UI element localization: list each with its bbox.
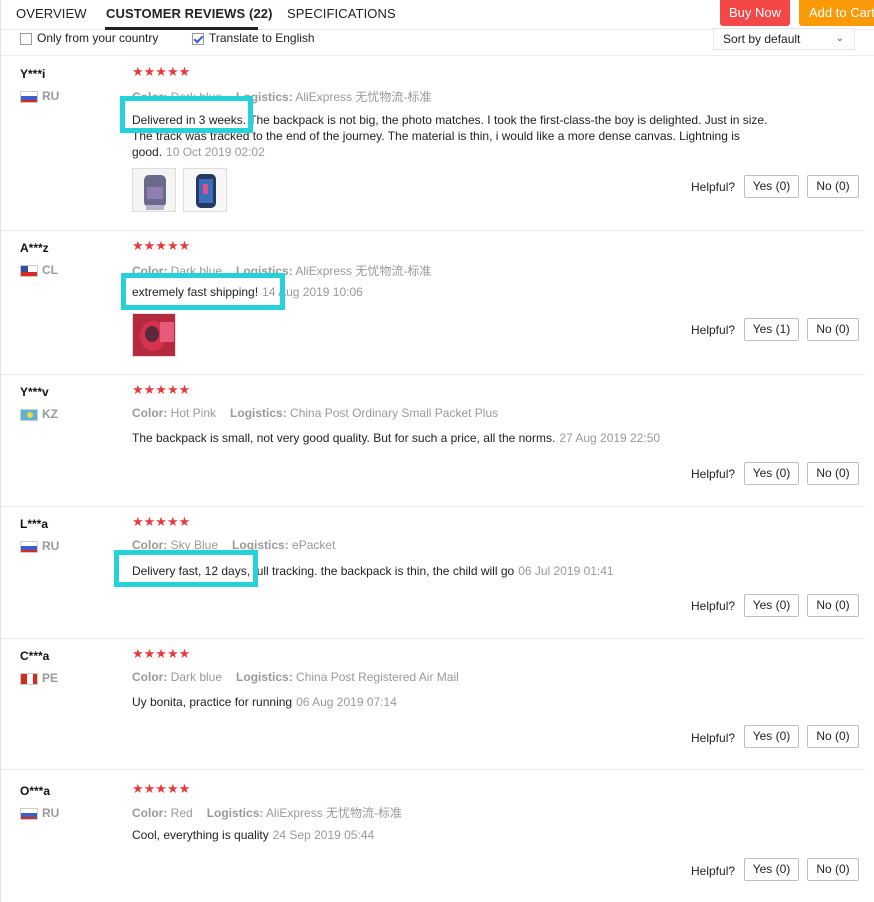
review-text: The backpack is small, not very good qua… [132, 430, 782, 446]
color-value: Red [170, 806, 193, 820]
helpful-label: Helpful? [691, 180, 736, 194]
reviewer-country: KZ [42, 407, 58, 421]
buy-now-button[interactable]: Buy Now [720, 0, 790, 26]
color-label: Color: [132, 806, 168, 820]
helpful-no-button[interactable]: No (0) [807, 594, 859, 617]
review-date: 24 Sep 2019 05:44 [272, 828, 375, 842]
reviewer-name: Y***i [20, 67, 46, 81]
reviewer-name: O***a [20, 784, 51, 798]
highlight-box [121, 273, 285, 310]
logistics-value: AliExpress 无忧物流-标准 [266, 806, 403, 820]
review-body: Uy bonita, practice for running [132, 695, 293, 709]
only-from-country-checkbox[interactable] [20, 33, 32, 45]
add-to-cart-button[interactable]: Add to Cart [799, 0, 874, 26]
reviews-panel: OVERVIEW CUSTOMER REVIEWS (22) SPECIFICA… [0, 0, 874, 902]
helpful-yes-button[interactable]: Yes (0) [744, 175, 799, 198]
helpful-yes-button[interactable]: Yes (0) [744, 725, 799, 748]
reviewer-country: PE [42, 671, 59, 685]
star-rating: ★★★★★ [132, 646, 191, 661]
logistics-label: Logistics: [236, 670, 293, 684]
review-photo[interactable] [183, 168, 228, 212]
flag-russia-icon [20, 91, 38, 103]
highlight-box [114, 550, 258, 587]
reviewer-country: CL [42, 263, 58, 277]
reviewer-country: RU [42, 806, 60, 820]
review-date: 10 Oct 2019 02:02 [166, 145, 265, 159]
highlight-box [120, 96, 253, 133]
reviewer-name: A***z [20, 241, 49, 255]
tab-overview[interactable]: OVERVIEW [16, 6, 87, 21]
tab-customer-reviews[interactable]: CUSTOMER REVIEWS (22) [106, 6, 273, 21]
helpful-no-button[interactable]: No (0) [807, 462, 859, 485]
logistics-value: AliExpress 无忧物流-标准 [295, 90, 432, 104]
color-label: Color: [132, 670, 168, 684]
review-filter-bar: Only from your country Translate to Engl… [1, 28, 874, 56]
helpful-label: Helpful? [691, 731, 736, 745]
logistics-value: AliExpress 无忧物流-标准 [295, 264, 432, 278]
color-value: Hot Pink [170, 406, 217, 420]
logistics-value: China Post Ordinary Small Packet Plus [290, 406, 499, 420]
star-rating: ★★★★★ [132, 382, 191, 397]
review-photos [132, 168, 231, 215]
helpful-label: Helpful? [691, 323, 736, 337]
color-label: Color: [132, 406, 168, 420]
review-body: Cool, everything is quality [132, 828, 269, 842]
review-photos [132, 313, 180, 360]
review-text: Uy bonita, practice for running 06 Aug 20… [132, 694, 782, 710]
review-photo[interactable] [132, 313, 176, 357]
reviewer-name: L***a [20, 517, 49, 531]
helpful-no-button[interactable]: No (0) [807, 175, 859, 198]
review-date: 27 Aug 2019 22:50 [559, 431, 661, 445]
reviewer-country: RU [42, 89, 60, 103]
review-meta: Color: Hot Pink Logistics: China Post Ord… [132, 406, 498, 420]
helpful-no-button[interactable]: No (0) [807, 858, 859, 881]
helpful-yes-button[interactable]: Yes (0) [744, 462, 799, 485]
reviewer-name: C***a [20, 649, 50, 663]
review-photo[interactable] [132, 168, 176, 212]
flag-kazakhstan-icon [20, 409, 38, 421]
helpful-label: Helpful? [691, 467, 736, 481]
tab-specifications[interactable]: SPECIFICATIONS [287, 6, 396, 21]
flag-chile-icon [20, 265, 38, 277]
chevron-down-icon: ⌄ [835, 33, 844, 44]
translate-checkbox[interactable] [192, 33, 204, 45]
sort-select[interactable]: Sort by default ⌄ [713, 28, 855, 50]
color-value: Dark blue [170, 670, 223, 684]
tab-bar: OVERVIEW CUSTOMER REVIEWS (22) SPECIFICA… [1, 0, 874, 30]
helpful-no-button[interactable]: No (0) [807, 318, 859, 341]
sort-value: Sort by default [723, 32, 801, 46]
review-item: C***a PE ★★★★★ Color: Dark blue Logistics… [1, 639, 865, 770]
helpful-yes-button[interactable]: Yes (0) [744, 594, 799, 617]
review-meta: Color: Dark blue Logistics: China Post Re… [132, 670, 459, 684]
review-meta: Color: Red Logistics: AliExpress 无忧物流-标准 [132, 804, 402, 821]
review-date: 06 Jul 2019 01:41 [518, 564, 614, 578]
star-rating: ★★★★★ [132, 238, 191, 253]
reviewer-country: RU [42, 539, 60, 553]
logistics-value: China Post Registered Air Mail [296, 670, 459, 684]
flag-peru-icon [20, 673, 38, 685]
flag-russia-icon [20, 808, 38, 820]
logistics-label: Logistics: [206, 806, 264, 820]
review-body: The backpack is small, not very good qua… [132, 431, 556, 445]
translate-label: Translate to English [209, 31, 315, 45]
logistics-value: ePacket [292, 538, 336, 552]
flag-russia-icon [20, 541, 38, 553]
reviewer-name: Y***v [20, 385, 49, 399]
star-rating: ★★★★★ [132, 781, 191, 796]
review-item: Y***v KZ ★★★★★ Color: Hot Pink Logistics:… [1, 375, 865, 507]
star-rating: ★★★★★ [132, 64, 191, 79]
review-date: 06 Aug 2019 07:14 [296, 695, 397, 709]
helpful-yes-button[interactable]: Yes (0) [744, 858, 799, 881]
helpful-yes-button[interactable]: Yes (1) [744, 318, 799, 341]
review-item: O***a RU ★★★★★ Color: Red Logistics: AliE… [1, 770, 865, 902]
helpful-label: Helpful? [691, 864, 736, 878]
logistics-label: Logistics: [230, 406, 287, 420]
review-text: Cool, everything is quality 24 Sep 2019 0… [132, 827, 782, 843]
review-item: Y***i RU ★★★★★ Color: Dark blue Logistics… [1, 57, 865, 231]
helpful-no-button[interactable]: No (0) [807, 725, 859, 748]
helpful-label: Helpful? [691, 599, 736, 613]
only-from-country-label: Only from your country [37, 31, 159, 45]
star-rating: ★★★★★ [132, 514, 191, 529]
